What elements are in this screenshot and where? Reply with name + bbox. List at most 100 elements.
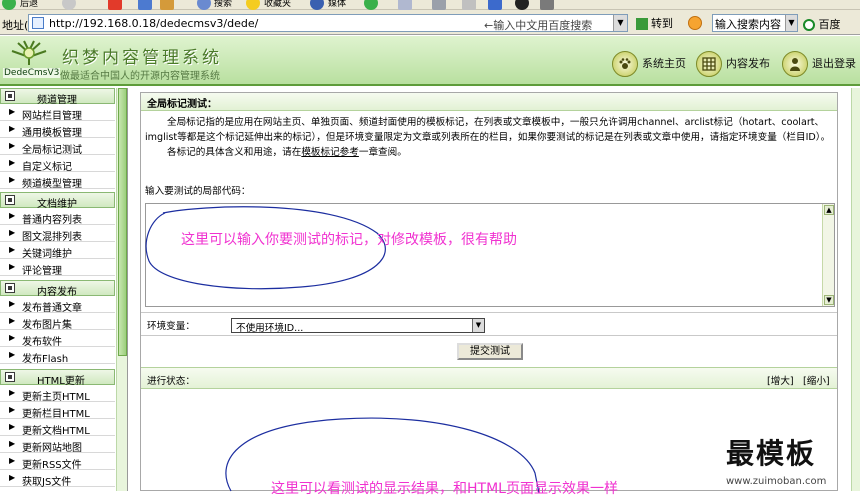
- arrow-icon: ▶: [9, 333, 16, 342]
- sidebar-group-html[interactable]: HTML更新: [0, 369, 115, 387]
- toggle-icon: [5, 195, 15, 205]
- scroll-down-icon[interactable]: ▼: [824, 295, 834, 305]
- arrow-icon: ▶: [9, 405, 16, 414]
- back-icon[interactable]: [2, 0, 16, 10]
- publish-nav-button[interactable]: 内容发布: [696, 51, 776, 77]
- sidebar-item-label: 更新网站地图: [22, 443, 82, 454]
- sidebar-item-publish-flash[interactable]: ▶ 发布Flash: [0, 348, 115, 365]
- go-label: 转到: [651, 17, 673, 30]
- watermark-text: 最模板: [726, 437, 817, 470]
- arrow-icon: ▶: [9, 439, 16, 448]
- toggle-icon: [5, 372, 15, 382]
- sidebar-item-content-list[interactable]: ▶ 普通内容列表: [0, 209, 115, 226]
- toggle-icon: [5, 283, 15, 293]
- back-button[interactable]: 后退: [20, 0, 38, 10]
- favorites-button[interactable]: 收藏夹: [264, 0, 291, 10]
- sidebar-item-label: 发布软件: [22, 337, 62, 348]
- arrow-icon: ▶: [9, 107, 16, 116]
- sidebar-item-label: 发布Flash: [22, 354, 69, 365]
- arrow-icon: ▶: [9, 228, 16, 237]
- research-icon[interactable]: [540, 0, 554, 10]
- media-icon[interactable]: [310, 0, 324, 10]
- chevron-down-icon[interactable]: ▼: [785, 15, 797, 31]
- chevron-down-icon[interactable]: ▼: [472, 319, 484, 332]
- arrow-icon: ▶: [9, 316, 16, 325]
- baidu-search-button[interactable]: 百度: [803, 16, 841, 32]
- discuss-icon[interactable]: [488, 0, 502, 10]
- stop-icon[interactable]: [108, 0, 122, 10]
- mail-icon[interactable]: [398, 0, 412, 10]
- refresh-icon[interactable]: [138, 0, 152, 10]
- sidebar-group-title: HTML更新: [37, 376, 85, 387]
- search-icon[interactable]: [197, 0, 211, 10]
- sidebar-item-publish-article[interactable]: ▶ 发布普通文章: [0, 297, 115, 314]
- sidebar-item-image-list[interactable]: ▶ 图文混排列表: [0, 226, 115, 243]
- annotation-bottom: 这里可以看测试的显示结果，和HTML页面显示效果一样: [271, 481, 618, 497]
- page-icon: [32, 17, 44, 29]
- sidebar-item-update-home[interactable]: ▶ 更新主页HTML: [0, 386, 115, 403]
- arrow-icon: ▶: [9, 262, 16, 271]
- media-button[interactable]: 媒体: [328, 0, 346, 10]
- sidebar-group-docs[interactable]: 文档维护: [0, 192, 115, 210]
- toolbar-plugin-icon[interactable]: [688, 16, 702, 30]
- watermark: 最模板 www.zuimoban.com: [724, 430, 860, 491]
- sidebar-item-update-column[interactable]: ▶ 更新栏目HTML: [0, 403, 115, 420]
- search-button[interactable]: 搜索: [214, 0, 232, 10]
- template-reference-link[interactable]: 模板标记参考: [301, 147, 359, 158]
- history-icon[interactable]: [364, 0, 378, 10]
- description: 全局标记指的是应用在网站主页、单独页面、频道封面使用的模板标记，在列表或文章模板…: [145, 115, 833, 160]
- print-icon[interactable]: [432, 0, 446, 10]
- zoom-out-link[interactable]: [缩小]: [803, 373, 830, 387]
- logo-version: DedeCmsV3: [3, 68, 61, 78]
- zoom-in-link[interactable]: [增大]: [767, 373, 794, 387]
- forward-icon[interactable]: [62, 0, 76, 10]
- address-url[interactable]: http://192.168.0.18/dedecmsv3/dede/: [49, 17, 258, 30]
- sidebar-group-title: 频道管理: [37, 95, 77, 106]
- favorites-icon[interactable]: [246, 0, 260, 10]
- env-select[interactable]: 不使用环境ID... ▼: [231, 318, 485, 334]
- sidebar-item-keywords[interactable]: ▶ 关键词维护: [0, 243, 115, 260]
- sidebar-item-tag-test[interactable]: ▶ 全局标记测试: [0, 139, 115, 156]
- sidebar-scrollbar[interactable]: [116, 88, 127, 491]
- edit-icon[interactable]: [462, 0, 476, 10]
- go-button[interactable]: 转到: [636, 15, 673, 31]
- messenger-icon[interactable]: [515, 0, 529, 10]
- address-input[interactable]: http://192.168.0.18/dedecmsv3/dede/ ←输入中…: [28, 14, 628, 32]
- go-arrow-icon: [636, 18, 648, 30]
- sidebar-item-column-manage[interactable]: ▶ 网站栏目管理: [0, 105, 115, 122]
- chevron-down-icon[interactable]: ▼: [613, 15, 627, 31]
- sidebar-item-publish-gallery[interactable]: ▶ 发布图片集: [0, 314, 115, 331]
- annotation-top: 这里可以输入你要测试的标记，对修改模板，很有帮助: [181, 232, 517, 248]
- sidebar-item-update-doc[interactable]: ▶ 更新文档HTML: [0, 420, 115, 437]
- sidebar-item-label: 自定义标记: [22, 162, 72, 173]
- sidebar-item-label: 更新栏目HTML: [22, 409, 90, 420]
- search-input[interactable]: 输入搜索内容 ▼: [712, 14, 798, 32]
- logout-nav-button[interactable]: 退出登录: [782, 51, 860, 77]
- sidebar-item-update-rss[interactable]: ▶ 更新RSS文件: [0, 454, 115, 471]
- sidebar-item-template-manage[interactable]: ▶ 通用模板管理: [0, 122, 115, 139]
- sidebar-item-channel-model[interactable]: ▶ 频道模型管理: [0, 173, 115, 190]
- page-title: 全局标记测试：: [141, 93, 837, 111]
- sidebar-item-publish-software[interactable]: ▶ 发布软件: [0, 331, 115, 348]
- textarea-scrollbar[interactable]: ▲ ▼: [822, 204, 834, 306]
- sidebar-group-publish[interactable]: 内容发布: [0, 280, 115, 298]
- submit-test-button[interactable]: 提交测试: [457, 343, 523, 360]
- sidebar-item-label: 关键词维护: [22, 249, 72, 260]
- home-icon[interactable]: [160, 0, 174, 10]
- app-subtitle: 做最适合中国人的开源内容管理系统: [60, 71, 220, 82]
- sidebar-item-comments[interactable]: ▶ 评论管理: [0, 260, 115, 277]
- sidebar-group-channel[interactable]: 频道管理: [0, 88, 115, 106]
- sidebar-item-custom-tag[interactable]: ▶ 自定义标记: [0, 156, 115, 173]
- baidu-label: 百度: [818, 18, 841, 31]
- sidebar-item-label: 全局标记测试: [22, 145, 82, 156]
- scroll-up-icon[interactable]: ▲: [824, 205, 834, 215]
- sidebar-scroll-thumb[interactable]: [118, 88, 127, 356]
- sidebar-item-label: 评论管理: [22, 266, 62, 277]
- home-nav-button[interactable]: 系统主页: [612, 51, 692, 77]
- arrow-icon: ▶: [9, 388, 16, 397]
- sidebar-item-label: 更新主页HTML: [22, 392, 90, 403]
- sidebar-group-title: 内容发布: [37, 287, 77, 298]
- sidebar-item-update-sitemap[interactable]: ▶ 更新网站地图: [0, 437, 115, 454]
- sidebar-item-get-js[interactable]: ▶ 获取JS文件: [0, 471, 115, 488]
- status-bar: 进行状态： [增大] [缩小]: [141, 367, 837, 389]
